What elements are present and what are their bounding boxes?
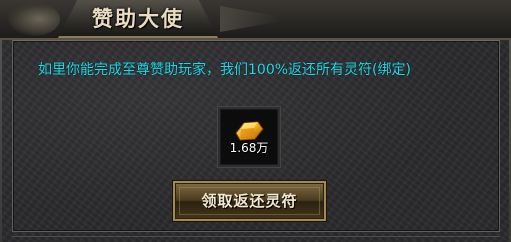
sponsor-panel: 赞助大使 如里你能完成至尊赞助玩家，我们100%返还所有灵符(绑定) 1.68万… [0,0,511,242]
title-bar: 赞助大使 [0,0,511,40]
reward-count: 1.68万 [229,141,269,155]
claim-button-label: 领取返还灵符 [201,192,298,210]
claim-refund-button[interactable]: 领取返还灵符 [173,181,326,221]
title-ornament-right [220,6,280,32]
content-divider [12,236,500,237]
frame-border-left [0,40,2,242]
title-ornament-left [8,2,60,36]
window-title: 赞助大使 [92,6,184,31]
refund-info-text: 如里你能完成至尊赞助玩家，我们100%返还所有灵符(绑定) [38,62,411,78]
reward-item-slot[interactable]: 1.68万 [218,107,280,167]
